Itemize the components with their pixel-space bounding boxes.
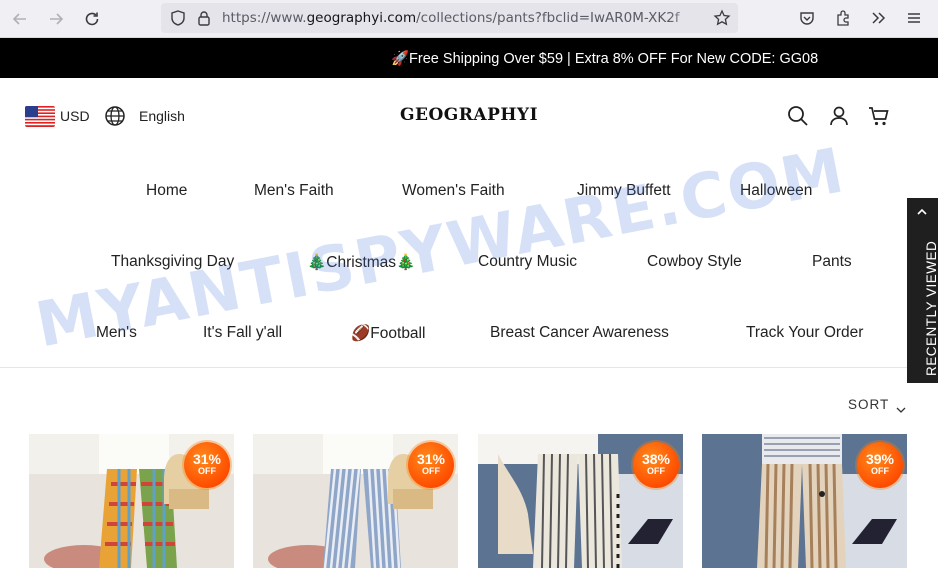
chevron-down-icon[interactable] [896,400,906,419]
discount-percent: 31% [416,451,446,467]
discount-badge: 39% OFF [857,442,903,488]
back-icon[interactable] [8,7,32,31]
menu-item-football[interactable]: 🏈Football [351,324,425,343]
menu-item-home[interactable]: Home [146,182,187,200]
menu-item-mens-faith[interactable]: Men's Faith [254,182,334,200]
recently-viewed-label[interactable]: RECENTLY VIEWED [924,241,938,376]
forward-icon[interactable] [44,7,68,31]
reload-icon[interactable] [80,7,104,31]
search-icon[interactable] [786,104,810,128]
menu-item-cowboy-style[interactable]: Cowboy Style [647,253,742,271]
url-text[interactable]: https://www.geographyi.com/collections/p… [222,10,680,26]
menu-item-its-fall-yall[interactable]: It's Fall y'all [203,324,282,342]
account-icon[interactable] [827,104,851,128]
pocket-icon[interactable] [797,8,817,28]
url-prefix: https://www. [222,10,307,26]
cart-icon[interactable] [867,104,891,128]
discount-percent: 31% [192,451,222,467]
discount-off-label: OFF [871,466,889,476]
sort-dropdown[interactable]: SORT [848,397,889,412]
discount-badge: 31% OFF [408,442,454,488]
watermark-text: MYANTISPYWARE.COM [30,133,851,362]
menu-item-jimmy-buffett[interactable]: Jimmy Buffett [577,182,671,200]
bookmark-star-icon[interactable] [713,9,731,31]
product-card[interactable]: 39% OFF [702,434,907,568]
menu-item-pants[interactable]: Pants [812,253,852,271]
product-card[interactable]: 38% OFF [478,434,683,568]
menu-item-halloween[interactable]: Halloween [740,182,812,200]
discount-off-label: OFF [422,466,440,476]
shield-icon[interactable] [169,9,187,31]
promo-bar: 🚀Free Shipping Over $59 | Extra 8% OFF F… [0,38,938,78]
menu-item-womens-faith[interactable]: Women's Faith [402,182,505,200]
menu-item-mens[interactable]: Men's [96,324,137,342]
product-card[interactable]: 31% OFF [253,434,458,568]
menu-item-track-your-order[interactable]: Track Your Order [746,324,863,342]
discount-badge: 31% OFF [184,442,230,488]
url-domain: geographyi.com [306,10,417,26]
address-bar[interactable]: https://www.geographyi.com/collections/p… [161,3,738,33]
url-fade [668,3,708,33]
discount-percent: 38% [641,451,671,467]
browser-toolbar: https://www.geographyi.com/collections/p… [0,0,938,38]
discount-off-label: OFF [647,466,665,476]
menu-item-breast-cancer-awareness[interactable]: Breast Cancer Awareness [490,324,669,342]
discount-percent: 39% [865,451,895,467]
product-card[interactable]: 31% OFF [29,434,234,568]
menu-divider [0,367,938,368]
lock-icon[interactable] [195,9,213,31]
discount-badge: 38% OFF [633,442,679,488]
overflow-chevrons-icon[interactable] [868,8,888,28]
menu-item-country-music[interactable]: Country Music [478,253,577,271]
discount-off-label: OFF [198,466,216,476]
menu-item-christmas[interactable]: 🎄Christmas🎄 [307,253,415,272]
hamburger-menu-icon[interactable] [904,8,924,28]
url-path: /collections/pants?fbclid=IwAR0M-XK2f [416,10,680,26]
menu-item-thanksgiving-day[interactable]: Thanksgiving Day [111,253,234,271]
extensions-icon[interactable] [833,8,853,28]
promo-text[interactable]: 🚀Free Shipping Over $59 | Extra 8% OFF F… [391,50,818,67]
chevron-up-icon[interactable] [915,204,929,223]
